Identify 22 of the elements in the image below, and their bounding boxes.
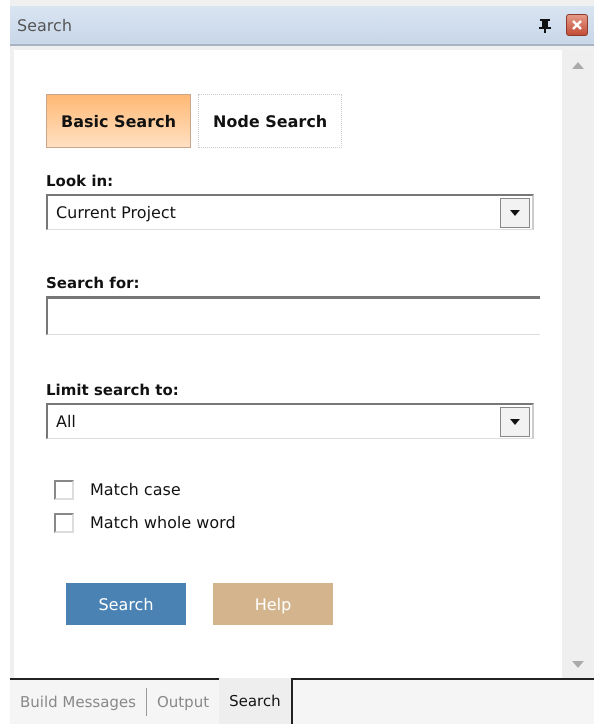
- field-label: Look in:: [46, 172, 114, 190]
- panel-title: Search: [17, 16, 73, 34]
- dropdown-arrow-icon: [509, 418, 521, 426]
- dropdown-arrow-icon: [509, 208, 521, 216]
- search-tab[interactable]: Node Search: [198, 94, 342, 148]
- search-button[interactable]: Search: [66, 583, 186, 625]
- field-label: Limit search to:: [46, 381, 180, 399]
- close-button[interactable]: [566, 14, 588, 36]
- checkbox[interactable]: [54, 480, 74, 500]
- checkbox-label: Match whole word: [90, 513, 236, 532]
- dropdown-button[interactable]: [500, 198, 530, 228]
- search-input[interactable]: [46, 296, 540, 335]
- dropdown-button[interactable]: [500, 406, 530, 436]
- field-label: Search for:: [46, 274, 141, 292]
- dropdown[interactable]: All: [46, 403, 534, 439]
- checkbox[interactable]: [54, 512, 74, 532]
- dropdown[interactable]: Current Project: [46, 194, 534, 230]
- checkbox-label: Match case: [90, 480, 181, 499]
- panel-tab[interactable]: Search: [219, 678, 293, 724]
- close-icon: [571, 19, 583, 31]
- search-tab[interactable]: Basic Search: [46, 94, 191, 148]
- pin-icon[interactable]: [538, 17, 552, 33]
